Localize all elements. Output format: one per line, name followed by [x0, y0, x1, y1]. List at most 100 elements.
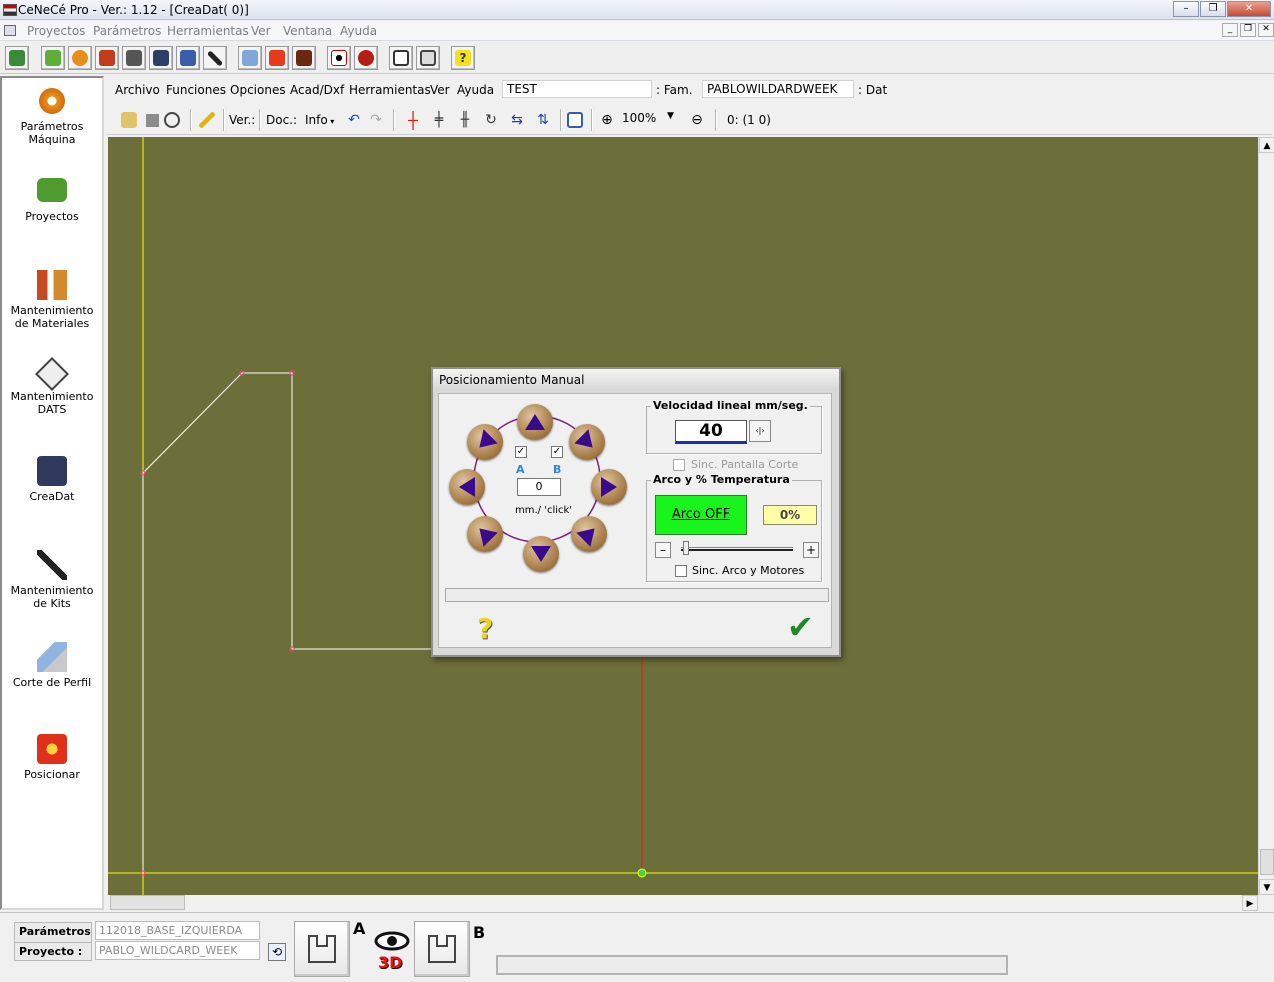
horizontal-scroll-thumb[interactable]	[110, 895, 185, 910]
axis-b-checkbox[interactable]: ✓	[551, 446, 563, 458]
jog-right-button[interactable]	[591, 469, 627, 505]
position-button[interactable]	[265, 46, 289, 70]
jog-up-right-button[interactable]	[571, 516, 607, 552]
menu-proyectos[interactable]: Proyectos	[27, 24, 85, 38]
temperature-slider-thumb[interactable]	[683, 541, 689, 555]
menu-ver[interactable]: Ver	[251, 24, 271, 38]
app-icon[interactable]	[3, 4, 17, 16]
open-button[interactable]	[119, 110, 139, 130]
scroll-down-button[interactable]: ▼	[1259, 879, 1274, 895]
mirror-v-button[interactable]: ⇅	[533, 110, 553, 130]
project-field[interactable]: PABLO_WILDCARD_WEEK	[95, 941, 260, 960]
step-input[interactable]: 0	[517, 478, 561, 496]
dats-button[interactable]	[122, 46, 146, 70]
sidebar-item-proyectos[interactable]: Proyectos	[2, 178, 102, 223]
machine-params-button[interactable]	[68, 46, 92, 70]
creadat-button[interactable]	[149, 46, 173, 70]
profile-cut-button[interactable]	[238, 46, 262, 70]
minimize-button[interactable]: –	[1173, 1, 1199, 17]
temp-minus-button[interactable]: –	[655, 542, 671, 558]
view-3d-toggle[interactable]: 3D	[372, 929, 412, 975]
help-button[interactable]: ?	[451, 46, 475, 70]
vertical-scrollbar[interactable]: ▲ ▼	[1258, 137, 1274, 895]
zoom-select[interactable]: 100% ▼	[622, 111, 680, 129]
sync-screen-checkbox[interactable]	[673, 459, 685, 471]
jog-down-button[interactable]	[523, 536, 559, 572]
mirror-h-button[interactable]: ⇆	[507, 110, 527, 130]
scroll-up-button[interactable]: ▲	[1259, 137, 1274, 153]
sidebar-item-creadat[interactable]: CreaDat	[2, 456, 102, 503]
mdi-close-button[interactable]: ✕	[1258, 23, 1274, 37]
arc-toggle-button[interactable]: Arco OFF	[655, 495, 747, 535]
name-field[interactable]: TEST	[502, 80, 652, 98]
temp-plus-button[interactable]: +	[803, 542, 819, 558]
side-a-button[interactable]	[294, 921, 350, 977]
menu-funciones[interactable]: Funciones	[166, 83, 226, 97]
menu-herramientas[interactable]: Herramientas	[167, 24, 249, 38]
materials-button[interactable]	[95, 46, 119, 70]
menu-herramientas[interactable]: Herramientas	[349, 83, 431, 97]
mdi-minimize-button[interactable]: _	[1222, 23, 1238, 37]
jog-down-right-button[interactable]	[569, 424, 605, 460]
export-button[interactable]	[565, 110, 585, 130]
align-v-button[interactable]: ╫	[455, 110, 475, 130]
mdi-doc-icon[interactable]	[4, 25, 16, 36]
jog-down-left-button[interactable]	[467, 424, 503, 460]
kits-button[interactable]	[203, 46, 227, 70]
menu-archivo[interactable]: Archivo	[115, 83, 160, 97]
sidebar-item-materiales[interactable]: Mantenimiento de Materiales	[2, 270, 102, 330]
jog-up-button[interactable]	[517, 404, 553, 440]
exit-button[interactable]	[5, 46, 29, 70]
menu-ayuda[interactable]: Ayuda	[457, 83, 494, 97]
axis-a-checkbox[interactable]: ✓	[515, 446, 527, 458]
refresh-button[interactable]: ⟲	[268, 943, 286, 961]
sync-arc-checkbox[interactable]	[675, 565, 687, 577]
view-3d-button[interactable]	[327, 46, 351, 70]
close-button[interactable]: ✕	[1227, 1, 1271, 17]
redo-button[interactable]: ↷	[366, 110, 386, 130]
scroll-right-button[interactable]: ▶	[1242, 895, 1258, 911]
sidebar-item-parametros-maquina[interactable]: Parámetros Máquina	[2, 86, 102, 146]
settings-red-button[interactable]	[354, 46, 378, 70]
document-button[interactable]	[176, 46, 200, 70]
ver-label[interactable]: Ver.:	[229, 113, 255, 127]
zoom-in-button[interactable]: ⊕	[597, 110, 617, 130]
menu-opciones[interactable]: Opciones	[230, 83, 286, 97]
sidebar-item-corte-perfil[interactable]: Corte de Perfil	[2, 642, 102, 689]
calculator-button[interactable]	[416, 46, 440, 70]
dialog-title-bar[interactable]: Posicionamiento Manual	[433, 369, 839, 391]
speed-spinner[interactable]: ‹|›	[749, 420, 771, 442]
sidebar-item-kits[interactable]: Mantenimiento de Kits	[2, 550, 102, 610]
menu-ayuda[interactable]: Ayuda	[340, 24, 377, 38]
zoom-out-button[interactable]: ⊖	[687, 110, 707, 130]
doc-label[interactable]: Doc.:	[266, 113, 297, 127]
vertical-scroll-thumb[interactable]	[1260, 849, 1274, 875]
info-dropdown[interactable]: Info ▾	[305, 113, 334, 127]
menu-parametros[interactable]: Parámetros	[93, 24, 161, 38]
menu-ver[interactable]: Ver	[430, 83, 450, 97]
flash-button[interactable]	[197, 110, 217, 130]
align-h-button[interactable]: ╪	[429, 110, 449, 130]
panel-button[interactable]	[389, 46, 413, 70]
stop-button[interactable]	[142, 110, 162, 130]
house-button[interactable]	[292, 46, 316, 70]
sidebar-item-posicionar[interactable]: Posicionar	[2, 734, 102, 781]
restore-button[interactable]: ❐	[1200, 1, 1226, 17]
menu-acad-dxf[interactable]: Acad/Dxf	[290, 83, 344, 97]
sidebar-item-dats[interactable]: Mantenimiento DATS	[2, 357, 102, 416]
mdi-restore-button[interactable]: ❐	[1240, 23, 1256, 37]
layers-button[interactable]	[162, 110, 182, 130]
projects-button[interactable]	[41, 46, 65, 70]
rotate-button[interactable]: ↻	[481, 110, 501, 130]
dialog-help-button[interactable]: ?	[477, 612, 493, 645]
speed-input[interactable]: 40	[675, 420, 747, 444]
dialog-ok-button[interactable]: ✔	[787, 608, 814, 646]
jog-up-left-button[interactable]	[467, 516, 503, 552]
horizontal-scrollbar[interactable]: ▶	[108, 895, 1258, 911]
origin-button[interactable]: ┼	[403, 110, 423, 130]
side-b-button[interactable]	[414, 921, 470, 977]
params-field[interactable]: 112018_BASE_IZQUIERDA	[95, 921, 260, 940]
temperature-slider-track[interactable]	[681, 547, 793, 551]
menu-ventana[interactable]: Ventana	[283, 24, 332, 38]
jog-left-button[interactable]	[449, 469, 485, 505]
